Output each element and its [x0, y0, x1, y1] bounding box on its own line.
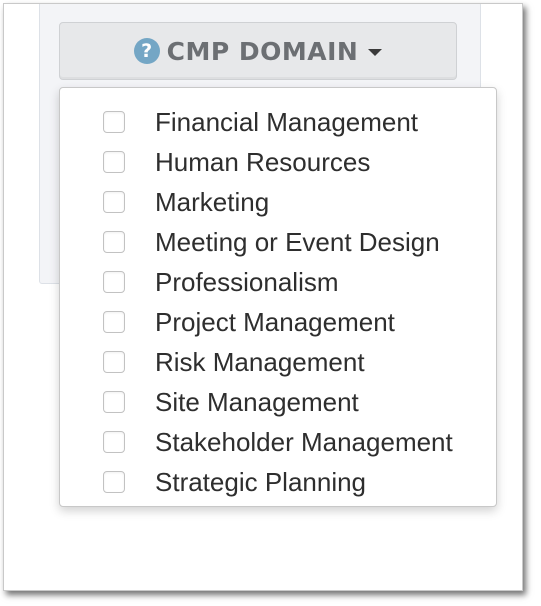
- option-label: Marketing: [155, 186, 270, 217]
- domain-option-professionalism[interactable]: Professionalism: [60, 262, 496, 302]
- screenshot-frame: ? CMP DOMAIN Financial Management Human …: [3, 3, 523, 591]
- domain-option-project-management[interactable]: Project Management: [60, 302, 496, 342]
- domain-option-human-resources[interactable]: Human Resources: [60, 142, 496, 182]
- option-checkbox[interactable]: [103, 431, 125, 453]
- option-checkbox[interactable]: [103, 231, 125, 253]
- domain-options-list: Financial Management Human Resources Mar…: [60, 102, 496, 502]
- option-checkbox[interactable]: [103, 111, 125, 133]
- domain-option-stakeholder-management[interactable]: Stakeholder Management: [60, 422, 496, 462]
- domain-option-strategic-planning[interactable]: Strategic Planning: [60, 462, 496, 502]
- cmp-domain-dropdown-button[interactable]: ? CMP DOMAIN: [59, 22, 457, 80]
- question-circle-icon[interactable]: ?: [133, 38, 160, 64]
- option-label: Project Management: [155, 306, 395, 337]
- option-label: Financial Management: [155, 106, 419, 137]
- option-checkbox[interactable]: [103, 271, 125, 293]
- caret-down-icon: [368, 48, 383, 56]
- option-checkbox[interactable]: [103, 471, 125, 493]
- domain-option-meeting-or-event-design[interactable]: Meeting or Event Design: [60, 222, 496, 262]
- option-label: Risk Management: [155, 346, 365, 377]
- option-checkbox[interactable]: [103, 351, 125, 373]
- option-label: Professionalism: [155, 266, 339, 297]
- domain-option-financial-management[interactable]: Financial Management: [60, 102, 496, 142]
- option-checkbox[interactable]: [103, 391, 125, 413]
- option-checkbox[interactable]: [103, 191, 125, 213]
- domain-option-risk-management[interactable]: Risk Management: [60, 342, 496, 382]
- option-label: Strategic Planning: [155, 466, 367, 497]
- option-label: Site Management: [155, 386, 359, 417]
- domain-option-marketing[interactable]: Marketing: [60, 182, 496, 222]
- option-checkbox[interactable]: [103, 151, 125, 173]
- cmp-domain-dropdown-menu: Financial Management Human Resources Mar…: [59, 87, 497, 507]
- domain-option-site-management[interactable]: Site Management: [60, 382, 496, 422]
- option-label: Human Resources: [155, 146, 371, 177]
- option-label: Meeting or Event Design: [155, 226, 440, 257]
- dropdown-button-label: CMP DOMAIN: [166, 36, 359, 66]
- option-checkbox[interactable]: [103, 311, 125, 333]
- option-label: Stakeholder Management: [155, 426, 453, 457]
